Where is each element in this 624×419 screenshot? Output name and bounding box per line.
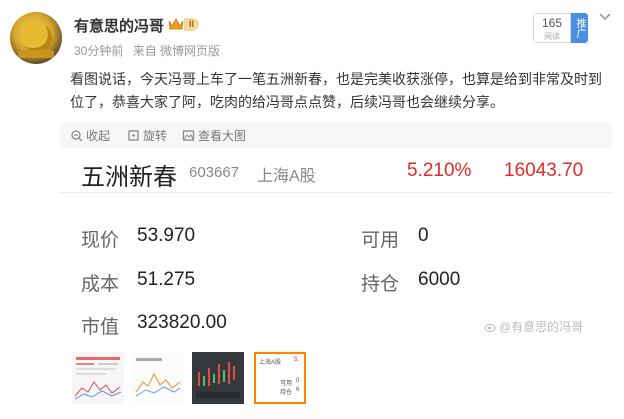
promote-button[interactable]: 推广 <box>571 13 588 43</box>
rotate-button[interactable]: 旋转 <box>127 127 167 144</box>
rotate-label: 旋转 <box>143 129 168 143</box>
collapse-button[interactable]: 收起 <box>70 127 110 144</box>
thumbnail-2[interactable] <box>132 352 184 404</box>
thumbnail-4-pct: 5. <box>294 357 300 363</box>
thumbnail-1[interactable] <box>72 352 124 404</box>
cost-value: 51.275 <box>137 269 196 290</box>
stock-position-image[interactable]: 五洲新春 603667 上海A股 5.210% 16043.70 现价 53.9… <box>60 148 612 344</box>
read-count: 165 <box>541 16 563 30</box>
stock-market: 上海A股 <box>257 168 316 185</box>
image-icon <box>182 130 195 141</box>
level-badge: II <box>184 18 200 31</box>
holding-value: 6000 <box>418 269 461 290</box>
view-large-image-label: 查看大图 <box>198 129 247 143</box>
stock-profit-value: 16043.70 <box>504 160 584 181</box>
thumbnail-1-preview <box>72 352 124 404</box>
market-value: 323820.00 <box>137 312 227 333</box>
available-label: 可用 <box>361 230 400 251</box>
collapse-icon <box>71 130 83 142</box>
thumbnail-4-available: 0 <box>296 378 300 384</box>
image-watermark: @有意思的冯哥 <box>484 318 583 335</box>
read-label: 阅读 <box>544 32 560 41</box>
thumbnail-3[interactable] <box>192 352 244 404</box>
post-time[interactable]: 30分钟前 <box>74 44 123 58</box>
avatar-horse-figure <box>22 22 52 52</box>
read-count-box: 165 阅读 <box>533 13 571 43</box>
thumbnail-4-selected[interactable]: 上海A股 5. 可用 0 持仓 6 <box>254 352 306 404</box>
current-price-value: 53.970 <box>137 225 196 246</box>
chevron-down-icon[interactable] <box>598 12 612 22</box>
available-value: 0 <box>418 225 429 246</box>
market-value-label: 市值 <box>81 317 120 338</box>
avatar[interactable] <box>10 12 62 64</box>
avatar-base <box>18 50 54 58</box>
thumbnail-4-available-label: 可用 <box>280 381 293 387</box>
post-meta: 30分钟前 来自 微博网页版 <box>74 42 226 59</box>
watermark-text: @有意思的冯哥 <box>499 320 584 334</box>
view-large-image-button[interactable]: 查看大图 <box>182 127 246 144</box>
stock-code: 603667 <box>189 164 240 181</box>
thumbnail-2-preview <box>132 352 184 404</box>
post-source: 来自 微博网页版 <box>132 44 221 58</box>
cost-label: 成本 <box>81 274 120 295</box>
current-price-label: 现价 <box>81 230 120 251</box>
stock-change-pct: 5.210% <box>407 160 472 181</box>
weibo-logo-icon <box>484 324 496 332</box>
thumbnail-3-preview <box>192 352 244 404</box>
stock-header: 五洲新春 603667 上海A股 5.210% 16043.70 <box>60 148 612 193</box>
collapse-label: 收起 <box>86 129 111 143</box>
post-text: 看图说话，今天冯哥上车了一笔五洲新春，也是完美收获涨停，也算是给到非常及时到位了… <box>70 71 602 110</box>
stock-name: 五洲新春 <box>81 164 177 191</box>
rotate-icon <box>128 130 139 141</box>
thumbnail-4-holding: 6 <box>296 387 300 393</box>
image-actions-bar: 收起 旋转 查看大图 <box>60 122 612 148</box>
thumbnail-4-holding-label: 持仓 <box>280 390 293 396</box>
crown-icon <box>168 18 184 30</box>
thumbnail-4-market: 上海A股 <box>259 360 282 366</box>
username[interactable]: 有意思的冯哥 <box>74 15 164 36</box>
holding-label: 持仓 <box>361 274 400 295</box>
